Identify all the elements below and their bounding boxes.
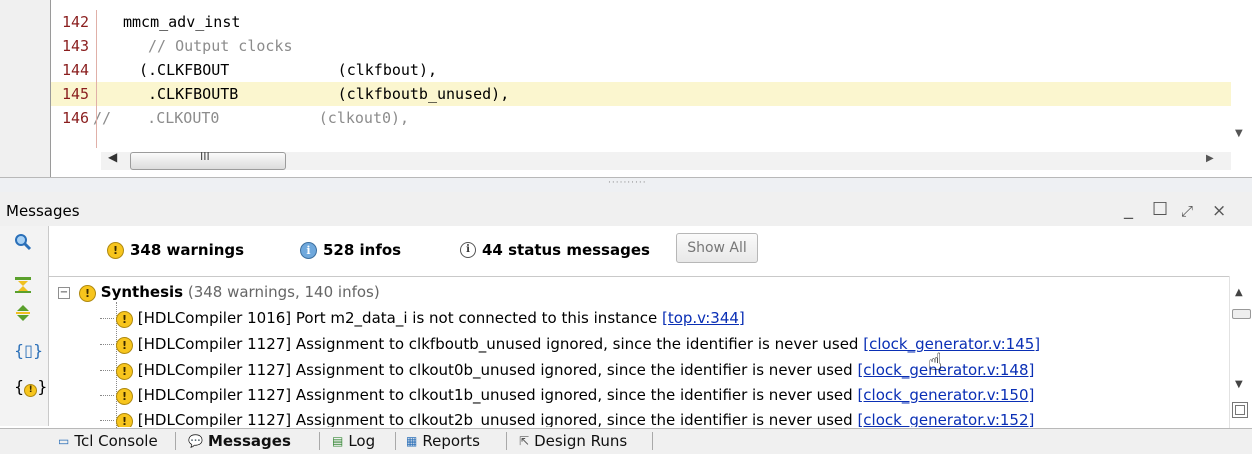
source-link[interactable]: [top.v:344] <box>662 309 745 327</box>
code-text: // .CLKOUT0 (clkout0), <box>93 109 410 127</box>
source-link[interactable]: [clock_generator.v:152] <box>857 411 1034 427</box>
editor-left-margin <box>0 0 50 177</box>
tree-connector <box>100 318 114 319</box>
code-line-143[interactable]: 143 // Output clocks <box>51 34 1231 58</box>
tab-separator <box>395 432 396 450</box>
status-info-icon: i <box>460 242 476 258</box>
warning-icon: ! <box>107 241 124 259</box>
scroll-grip: III <box>200 150 210 163</box>
tree-connector <box>100 344 114 345</box>
gutter-line <box>96 10 97 148</box>
code-text: .CLKFBOUTB (clkfboutb_unused), <box>148 85 510 103</box>
list-item[interactable]: ! [HDLCompiler 1127] Assignment to clkou… <box>116 384 1034 406</box>
tab-design-runs[interactable]: ⇱ Design Runs <box>519 429 627 453</box>
scroll-down-arrow-icon[interactable]: ▼ <box>1235 379 1243 390</box>
tree-group-synthesis[interactable]: ! Synthesis (348 warnings, 140 infos) <box>79 281 380 303</box>
hand-cursor-icon: ☝ <box>928 348 943 376</box>
source-link[interactable]: [clock_generator.v:145] <box>863 335 1040 353</box>
source-link[interactable]: [clock_generator.v:150] <box>857 386 1034 404</box>
tab-log[interactable]: ▤ Log <box>332 429 375 453</box>
tab-label: Messages <box>207 432 291 450</box>
search-icon[interactable] <box>14 233 32 257</box>
tab-tcl-console[interactable]: ▭ Tcl Console <box>58 429 158 453</box>
group-summary: (348 warnings, 140 infos) <box>187 283 380 301</box>
scroll-down-arrow-icon[interactable]: ▼ <box>1235 128 1243 139</box>
list-item[interactable]: ! [HDLCompiler 1016] Port m2_data_i is n… <box>116 307 745 329</box>
message-text: [HDLCompiler 1127] Assignment to clkout0… <box>137 361 858 379</box>
splitter-grip-icon[interactable]: ·········· <box>608 178 647 188</box>
source-link[interactable]: [clock_generator.v:148] <box>857 361 1034 379</box>
resize-corner-inner <box>1235 405 1245 415</box>
line-number: 144 <box>62 61 90 79</box>
vertical-scroll-thumb[interactable] <box>1232 309 1251 319</box>
close-icon[interactable]: × <box>1212 201 1226 221</box>
list-item[interactable]: ! [HDLCompiler 1127] Assignment to clkou… <box>116 359 1034 381</box>
warning-icon: ! <box>116 363 133 380</box>
line-number: 145 <box>62 85 90 103</box>
float-icon[interactable]: ⤢ <box>1181 202 1193 220</box>
console-icon: ▭ <box>58 434 70 448</box>
line-number: 143 <box>62 37 90 55</box>
warnings-count: 348 warnings <box>130 241 245 259</box>
warning-icon: ! <box>116 388 133 405</box>
line-number: 146 <box>62 109 90 127</box>
code-text: (.CLKFBOUT (clkfbout), <box>139 61 438 79</box>
code-line-146[interactable]: 146 // .CLKOUT0 (clkout0), <box>51 106 1231 128</box>
warning-icon: ! <box>116 337 133 354</box>
tree-connector <box>100 395 114 396</box>
infos-filter[interactable]: i 528 infos <box>300 241 401 259</box>
info-icon: i <box>300 241 317 259</box>
reports-icon: ▦ <box>406 434 418 448</box>
code-line-144[interactable]: 144 (.CLKFBOUT (clkfbout), <box>51 58 1231 82</box>
line-number: 142 <box>62 13 90 31</box>
code-line-142[interactable]: 142 mmcm_adv_inst <box>51 10 1231 34</box>
tab-label: Design Runs <box>534 432 628 450</box>
tab-label: Tcl Console <box>74 432 158 450</box>
scroll-left-arrow-icon[interactable]: ◀ <box>108 150 117 164</box>
code-line-145[interactable]: 145 .CLKFBOUTB (clkfboutb_unused), <box>51 82 1231 106</box>
list-item[interactable]: ! [HDLCompiler 1127] Assignment to clkou… <box>116 409 1034 427</box>
warnings-filter[interactable]: ! 348 warnings <box>107 241 244 259</box>
tab-separator <box>319 432 320 450</box>
minimize-icon[interactable]: _ <box>1124 199 1133 220</box>
tab-separator <box>175 432 176 450</box>
messages-panel-header <box>0 192 1252 226</box>
message-text: [HDLCompiler 1016] Port m2_data_i is not… <box>137 309 662 327</box>
scroll-up-arrow-icon[interactable]: ▲ <box>1235 287 1243 298</box>
messages-icon: 💬 <box>188 434 203 448</box>
tree-connector <box>100 370 114 371</box>
scroll-right-arrow-icon[interactable]: ▶ <box>1206 153 1214 164</box>
design-runs-icon: ⇱ <box>519 434 530 448</box>
group-label: Synthesis <box>100 283 184 301</box>
warning-filter-icon[interactable]: {!} <box>14 376 47 398</box>
code-text: mmcm_adv_inst <box>123 13 241 31</box>
status-count: 44 status messages <box>482 241 650 259</box>
infos-count: 528 infos <box>323 241 402 259</box>
tab-label: Log <box>348 432 376 450</box>
message-text: [HDLCompiler 1127] Assignment to clkfbou… <box>137 335 864 353</box>
show-all-button[interactable]: Show All <box>676 233 758 263</box>
maximize-icon[interactable]: ☐ <box>1152 199 1168 220</box>
tab-reports[interactable]: ▦ Reports <box>406 429 480 453</box>
tab-label: Reports <box>422 432 480 450</box>
panel-title: Messages <box>6 202 80 220</box>
status-filter[interactable]: i 44 status messages <box>460 241 650 259</box>
list-item[interactable]: ! [HDLCompiler 1127] Assignment to clkfb… <box>116 333 1040 355</box>
warning-icon: ! <box>116 413 133 427</box>
tab-separator <box>506 432 507 450</box>
tab-separator <box>652 432 653 450</box>
warning-icon: ! <box>79 285 96 302</box>
tree-connector <box>100 420 114 421</box>
warning-icon: ! <box>116 311 133 328</box>
collapse-all-icon[interactable] <box>14 276 32 300</box>
tab-messages[interactable]: 💬 Messages <box>188 429 291 453</box>
log-icon: ▤ <box>332 434 344 448</box>
group-icon[interactable]: {▯} <box>14 340 43 362</box>
expand-all-icon[interactable] <box>14 304 32 328</box>
message-text: [HDLCompiler 1127] Assignment to clkout1… <box>137 386 858 404</box>
message-text: [HDLCompiler 1127] Assignment to clkout2… <box>137 411 858 427</box>
collapse-toggle-icon[interactable]: − <box>58 287 70 299</box>
code-text: // Output clocks <box>148 37 293 55</box>
